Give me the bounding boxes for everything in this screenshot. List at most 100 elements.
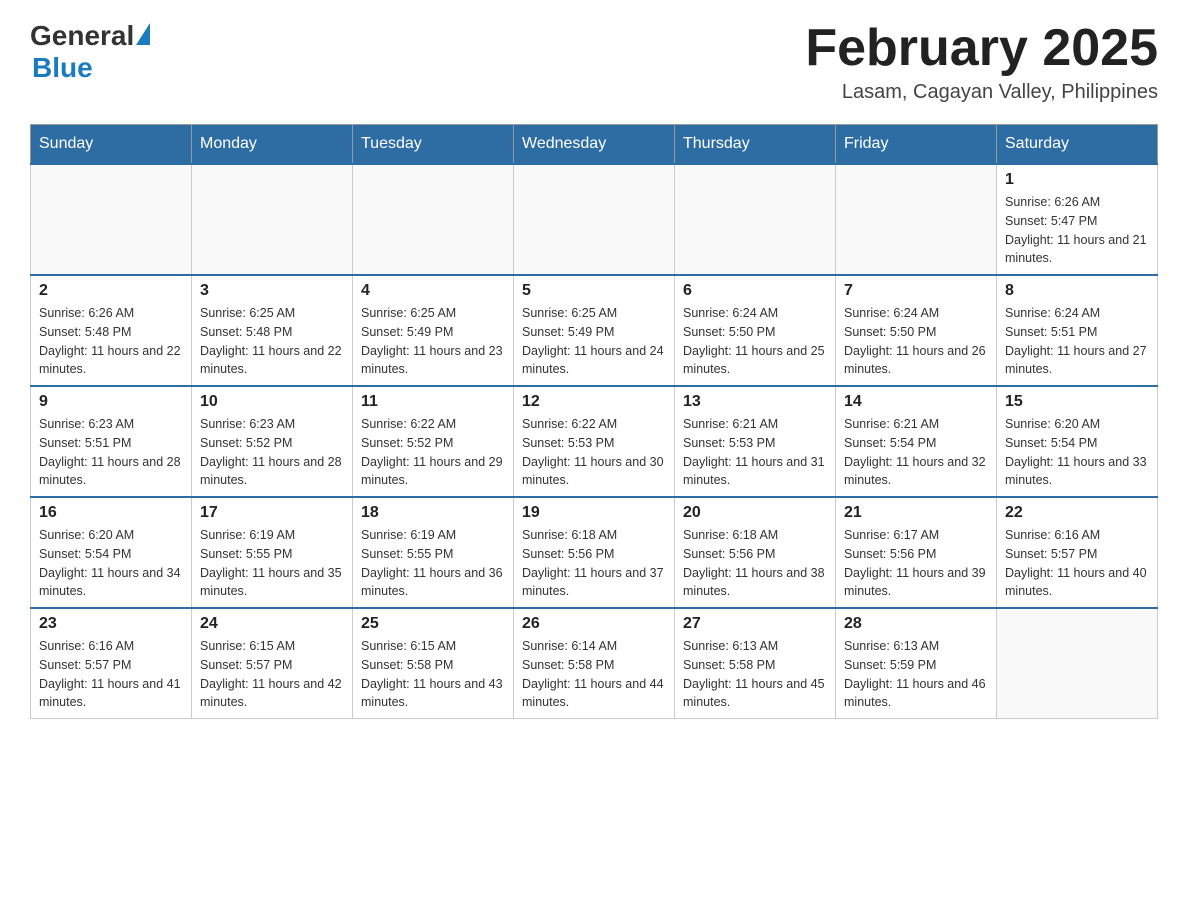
calendar-cell: 4 Sunrise: 6:25 AMSunset: 5:49 PMDaylight… bbox=[353, 275, 514, 386]
day-number: 16 bbox=[39, 504, 183, 522]
day-number: 22 bbox=[1005, 504, 1149, 522]
weekday-header-saturday: Saturday bbox=[997, 125, 1158, 165]
day-number: 3 bbox=[200, 282, 344, 300]
day-info: Sunrise: 6:15 AMSunset: 5:58 PMDaylight:… bbox=[361, 637, 505, 712]
day-number: 11 bbox=[361, 393, 505, 411]
day-info: Sunrise: 6:26 AMSunset: 5:48 PMDaylight:… bbox=[39, 304, 183, 379]
day-info: Sunrise: 6:21 AMSunset: 5:53 PMDaylight:… bbox=[683, 415, 827, 490]
day-number: 19 bbox=[522, 504, 666, 522]
day-number: 4 bbox=[361, 282, 505, 300]
calendar-cell: 3Sunrise: 6:25 AMSunset: 5:48 PMDaylight… bbox=[192, 275, 353, 386]
day-number: 24 bbox=[200, 615, 344, 633]
calendar-cell: 6 Sunrise: 6:24 AMSunset: 5:50 PMDaylight… bbox=[675, 275, 836, 386]
day-number: 23 bbox=[39, 615, 183, 633]
day-info: Sunrise: 6:24 AMSunset: 5:50 PMDaylight:… bbox=[683, 304, 827, 379]
calendar-cell: 21Sunrise: 6:17 AMSunset: 5:56 PMDayligh… bbox=[836, 497, 997, 608]
calendar-cell: 25 Sunrise: 6:15 AMSunset: 5:58 PMDayligh… bbox=[353, 608, 514, 719]
day-info: Sunrise: 6:14 AMSunset: 5:58 PMDaylight:… bbox=[522, 637, 666, 712]
day-number: 27 bbox=[683, 615, 827, 633]
day-info: Sunrise: 6:13 AMSunset: 5:59 PMDaylight:… bbox=[844, 637, 988, 712]
day-info: Sunrise: 6:20 AMSunset: 5:54 PMDaylight:… bbox=[1005, 415, 1149, 490]
calendar-cell bbox=[675, 164, 836, 275]
day-number: 6 bbox=[683, 282, 827, 300]
day-info: Sunrise: 6:26 AMSunset: 5:47 PMDaylight:… bbox=[1005, 193, 1149, 268]
day-number: 7 bbox=[844, 282, 988, 300]
day-number: 28 bbox=[844, 615, 988, 633]
day-info: Sunrise: 6:18 AMSunset: 5:56 PMDaylight:… bbox=[683, 526, 827, 601]
calendar-cell: 5 Sunrise: 6:25 AMSunset: 5:49 PMDaylight… bbox=[514, 275, 675, 386]
header-right: February 2025 Lasam, Cagayan Valley, Phi… bbox=[805, 20, 1158, 104]
week-row-4: 23 Sunrise: 6:16 AMSunset: 5:57 PMDayligh… bbox=[31, 608, 1158, 719]
day-number: 12 bbox=[522, 393, 666, 411]
month-title: February 2025 bbox=[805, 20, 1158, 77]
day-number: 25 bbox=[361, 615, 505, 633]
weekday-header-thursday: Thursday bbox=[675, 125, 836, 165]
week-row-1: 2 Sunrise: 6:26 AMSunset: 5:48 PMDaylight… bbox=[31, 275, 1158, 386]
calendar-cell bbox=[997, 608, 1158, 719]
day-info: Sunrise: 6:13 AMSunset: 5:58 PMDaylight:… bbox=[683, 637, 827, 712]
calendar-cell bbox=[192, 164, 353, 275]
day-number: 20 bbox=[683, 504, 827, 522]
day-info: Sunrise: 6:19 AMSunset: 5:55 PMDaylight:… bbox=[200, 526, 344, 601]
weekday-header-monday: Monday bbox=[192, 125, 353, 165]
day-info: Sunrise: 6:23 AMSunset: 5:52 PMDaylight:… bbox=[200, 415, 344, 490]
calendar-cell: 19Sunrise: 6:18 AMSunset: 5:56 PMDayligh… bbox=[514, 497, 675, 608]
day-info: Sunrise: 6:16 AMSunset: 5:57 PMDaylight:… bbox=[39, 637, 183, 712]
day-info: Sunrise: 6:16 AMSunset: 5:57 PMDaylight:… bbox=[1005, 526, 1149, 601]
day-info: Sunrise: 6:25 AMSunset: 5:49 PMDaylight:… bbox=[361, 304, 505, 379]
page-header: General Blue February 2025 Lasam, Cagaya… bbox=[30, 20, 1158, 104]
calendar-cell bbox=[31, 164, 192, 275]
logo: General Blue bbox=[30, 20, 150, 84]
calendar-cell: 10 Sunrise: 6:23 AMSunset: 5:52 PMDayligh… bbox=[192, 386, 353, 497]
day-info: Sunrise: 6:17 AMSunset: 5:56 PMDaylight:… bbox=[844, 526, 988, 601]
day-number: 5 bbox=[522, 282, 666, 300]
calendar-cell: 17 Sunrise: 6:19 AMSunset: 5:55 PMDayligh… bbox=[192, 497, 353, 608]
calendar-cell: 26 Sunrise: 6:14 AMSunset: 5:58 PMDayligh… bbox=[514, 608, 675, 719]
weekday-header-tuesday: Tuesday bbox=[353, 125, 514, 165]
day-info: Sunrise: 6:21 AMSunset: 5:54 PMDaylight:… bbox=[844, 415, 988, 490]
day-number: 13 bbox=[683, 393, 827, 411]
calendar-cell: 7 Sunrise: 6:24 AMSunset: 5:50 PMDaylight… bbox=[836, 275, 997, 386]
calendar-cell: 28 Sunrise: 6:13 AMSunset: 5:59 PMDayligh… bbox=[836, 608, 997, 719]
calendar-cell: 1 Sunrise: 6:26 AMSunset: 5:47 PMDaylight… bbox=[997, 164, 1158, 275]
day-info: Sunrise: 6:15 AMSunset: 5:57 PMDaylight:… bbox=[200, 637, 344, 712]
day-number: 17 bbox=[200, 504, 344, 522]
day-number: 10 bbox=[200, 393, 344, 411]
day-number: 26 bbox=[522, 615, 666, 633]
day-number: 8 bbox=[1005, 282, 1149, 300]
calendar-cell: 13 Sunrise: 6:21 AMSunset: 5:53 PMDayligh… bbox=[675, 386, 836, 497]
week-row-0: 1 Sunrise: 6:26 AMSunset: 5:47 PMDaylight… bbox=[31, 164, 1158, 275]
day-number: 1 bbox=[1005, 171, 1149, 189]
calendar-cell: 16Sunrise: 6:20 AMSunset: 5:54 PMDayligh… bbox=[31, 497, 192, 608]
logo-triangle-icon bbox=[136, 23, 150, 45]
day-info: Sunrise: 6:22 AMSunset: 5:52 PMDaylight:… bbox=[361, 415, 505, 490]
day-info: Sunrise: 6:19 AMSunset: 5:55 PMDaylight:… bbox=[361, 526, 505, 601]
weekday-header-sunday: Sunday bbox=[31, 125, 192, 165]
day-info: Sunrise: 6:24 AMSunset: 5:51 PMDaylight:… bbox=[1005, 304, 1149, 379]
calendar-cell: 27 Sunrise: 6:13 AMSunset: 5:58 PMDayligh… bbox=[675, 608, 836, 719]
day-number: 9 bbox=[39, 393, 183, 411]
day-number: 2 bbox=[39, 282, 183, 300]
week-row-2: 9Sunrise: 6:23 AMSunset: 5:51 PMDaylight… bbox=[31, 386, 1158, 497]
day-info: Sunrise: 6:22 AMSunset: 5:53 PMDaylight:… bbox=[522, 415, 666, 490]
calendar-cell: 15 Sunrise: 6:20 AMSunset: 5:54 PMDayligh… bbox=[997, 386, 1158, 497]
calendar-cell: 20 Sunrise: 6:18 AMSunset: 5:56 PMDayligh… bbox=[675, 497, 836, 608]
calendar-cell bbox=[353, 164, 514, 275]
calendar-cell: 23 Sunrise: 6:16 AMSunset: 5:57 PMDayligh… bbox=[31, 608, 192, 719]
logo-blue-text: Blue bbox=[32, 52, 93, 84]
day-number: 15 bbox=[1005, 393, 1149, 411]
calendar-cell: 9Sunrise: 6:23 AMSunset: 5:51 PMDaylight… bbox=[31, 386, 192, 497]
day-number: 18 bbox=[361, 504, 505, 522]
weekday-header-row: SundayMondayTuesdayWednesdayThursdayFrid… bbox=[31, 125, 1158, 165]
location-subtitle: Lasam, Cagayan Valley, Philippines bbox=[805, 81, 1158, 104]
day-info: Sunrise: 6:24 AMSunset: 5:50 PMDaylight:… bbox=[844, 304, 988, 379]
calendar-cell: 12 Sunrise: 6:22 AMSunset: 5:53 PMDayligh… bbox=[514, 386, 675, 497]
logo-general-text: General bbox=[30, 20, 134, 52]
calendar-cell bbox=[836, 164, 997, 275]
day-info: Sunrise: 6:25 AMSunset: 5:49 PMDaylight:… bbox=[522, 304, 666, 379]
day-number: 14 bbox=[844, 393, 988, 411]
calendar-cell: 24 Sunrise: 6:15 AMSunset: 5:57 PMDayligh… bbox=[192, 608, 353, 719]
calendar-cell: 11 Sunrise: 6:22 AMSunset: 5:52 PMDayligh… bbox=[353, 386, 514, 497]
calendar-cell: 22 Sunrise: 6:16 AMSunset: 5:57 PMDayligh… bbox=[997, 497, 1158, 608]
weekday-header-friday: Friday bbox=[836, 125, 997, 165]
